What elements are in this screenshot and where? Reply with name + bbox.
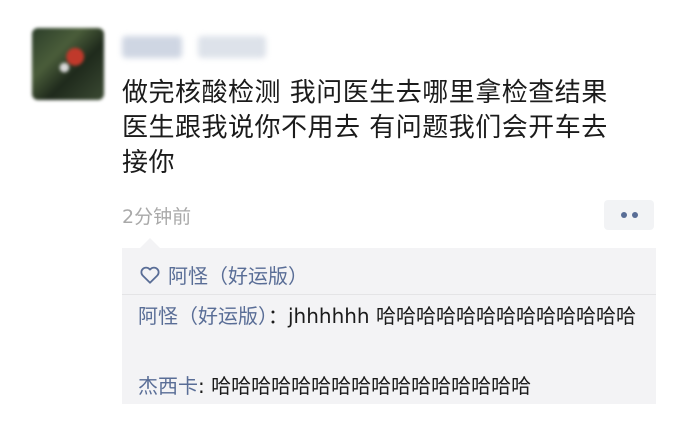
more-actions-button[interactable] xyxy=(604,200,654,230)
like-user-name[interactable]: 阿怪（好运版） xyxy=(168,260,308,289)
avatar[interactable] xyxy=(32,28,104,100)
post-timestamp: 2分钟前 xyxy=(122,206,192,228)
comment-separator: ： xyxy=(268,304,288,328)
comment-author[interactable]: 杰西卡 xyxy=(138,374,198,398)
more-dots-icon xyxy=(631,212,638,218)
comment-item[interactable]: 杰西卡: 哈哈哈哈哈哈哈哈哈哈哈哈哈哈哈哈 xyxy=(138,372,648,401)
post-text: 做完核酸检测 我问医生去哪里拿检查结果 医生跟我说你不用去 有问题我们会开车去 … xyxy=(122,76,662,181)
comment-text: 哈哈哈哈哈哈哈哈哈哈哈哈哈哈哈哈 xyxy=(211,374,532,398)
more-dots-icon xyxy=(620,212,627,218)
post-line: 医生跟我说你不用去 有问题我们会开车去 xyxy=(122,113,608,143)
comment-separator: : xyxy=(198,374,212,398)
post-line: 接你 xyxy=(122,148,176,178)
nickname-blurred-extra xyxy=(198,36,266,58)
divider xyxy=(122,294,656,295)
post-line: 做完核酸检测 我问医生去哪里拿检查结果 xyxy=(122,78,608,108)
likes-row: 阿怪（好运版） xyxy=(140,260,308,289)
heart-outline-icon xyxy=(140,266,160,284)
comment-item[interactable]: 阿怪（好运版）：jhhhhhh 哈哈哈哈哈哈哈哈哈哈哈哈哈 xyxy=(138,302,648,331)
comment-area: 阿怪（好运版） 阿怪（好运版）：jhhhhhh 哈哈哈哈哈哈哈哈哈哈哈哈哈 杰西… xyxy=(122,238,656,404)
nickname-blurred[interactable] xyxy=(122,36,182,58)
comment-text: jhhhhhh 哈哈哈哈哈哈哈哈哈哈哈哈哈 xyxy=(288,304,636,328)
comment-author[interactable]: 阿怪（好运版） xyxy=(138,304,268,328)
